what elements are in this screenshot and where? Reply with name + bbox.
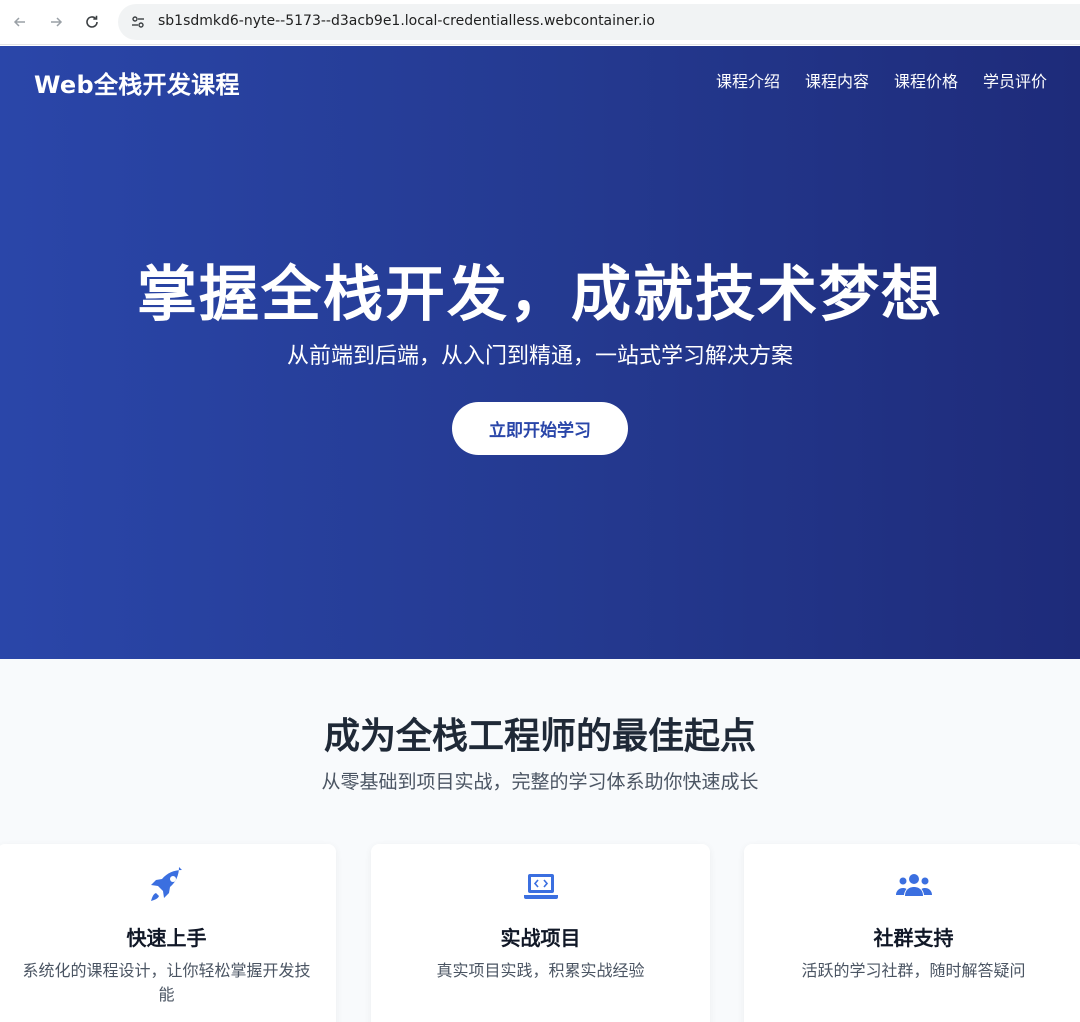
rocket-icon — [0, 866, 336, 906]
laptop-code-icon — [371, 866, 710, 906]
hero-section: Web全栈开发课程 课程介绍 课程内容 课程价格 学员评价 掌握全栈开发，成就技… — [0, 46, 1080, 659]
feature-description: 系统化的课程设计，让你轻松掌握开发技能 — [22, 961, 311, 1004]
site-settings-icon[interactable] — [126, 10, 150, 34]
url-text[interactable]: sb1sdmkd6-nyte--5173--d3acb9e1.local-cre… — [158, 13, 655, 29]
site-logo[interactable]: Web全栈开发课程 — [34, 65, 240, 100]
nav-link-intro[interactable]: 课程介绍 — [716, 68, 780, 92]
browser-toolbar: sb1sdmkd6-nyte--5173--d3acb9e1.local-cre… — [0, 0, 1080, 45]
forward-button[interactable] — [44, 10, 68, 34]
back-arrow-icon — [13, 17, 25, 27]
main-nav: 课程介绍 课程内容 课程价格 学员评价 — [716, 68, 1047, 92]
feature-card-projects: 实战项目 真实项目实践，积累实战经验 — [371, 844, 710, 1022]
nav-link-content[interactable]: 课程内容 — [805, 68, 869, 92]
feature-card-quick-start: 快速上手 系统化的课程设计，让你轻松掌握开发技能 — [0, 844, 336, 1022]
section-title: 成为全栈工程师的最佳起点 — [323, 716, 756, 757]
section-subtitle: 从零基础到项目实战，完整的学习体系助你快速成长 — [321, 771, 759, 793]
users-icon — [744, 866, 1080, 906]
nav-link-pricing[interactable]: 课程价格 — [894, 68, 958, 92]
back-button[interactable] — [8, 10, 32, 34]
address-bar[interactable]: sb1sdmkd6-nyte--5173--d3acb9e1.local-cre… — [118, 4, 1080, 40]
hero-subtitle: 从前端到后端，从入门到精通，一站式学习解决方案 — [286, 344, 793, 369]
feature-card-community: 社群支持 活跃的学习社群，随时解答疑问 — [744, 844, 1080, 1022]
start-learning-button[interactable]: 立即开始学习 — [452, 402, 628, 455]
reload-icon — [86, 15, 98, 28]
feature-description: 活跃的学习社群，随时解答疑问 — [801, 961, 1026, 980]
hero-title: 掌握全栈开发，成就技术梦想 — [137, 260, 943, 330]
feature-title: 社群支持 — [873, 926, 954, 950]
nav-link-reviews[interactable]: 学员评价 — [983, 68, 1047, 92]
feature-title: 快速上手 — [126, 926, 207, 950]
forward-arrow-icon — [51, 17, 63, 27]
feature-title: 实战项目 — [500, 926, 581, 950]
feature-description: 真实项目实践，积累实战经验 — [436, 961, 645, 980]
features-section: 成为全栈工程师的最佳起点 从零基础到项目实战，完整的学习体系助你快速成长 快速上… — [0, 659, 1080, 1022]
reload-button[interactable] — [80, 10, 104, 34]
